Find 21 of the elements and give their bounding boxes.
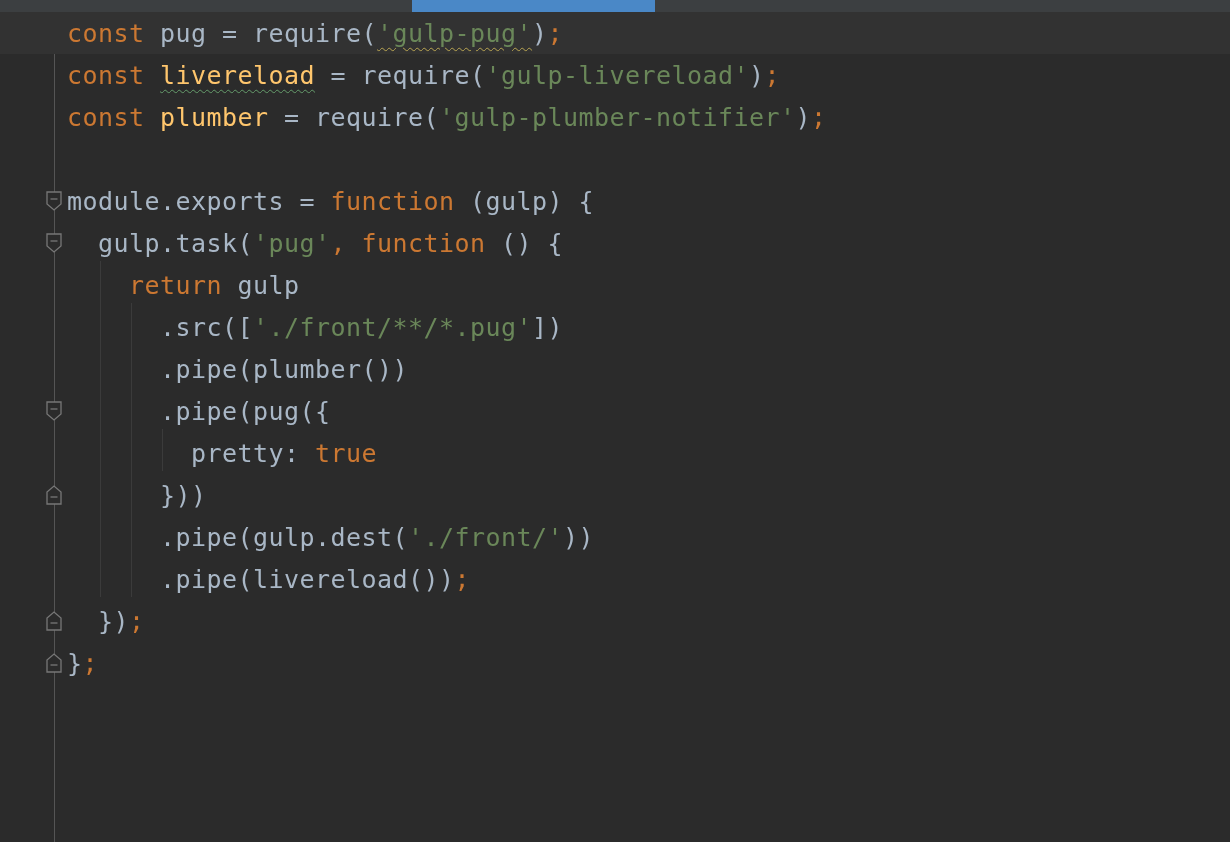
fold-collapse-icon[interactable]	[46, 485, 62, 505]
code-line: .src(['./front/**/*.pug'])	[160, 312, 564, 342]
code-line: .pipe(plumber())	[160, 354, 409, 384]
code-line: gulp.task('pug', function () {	[98, 228, 564, 258]
code-line: .pipe(gulp.dest('./front/'))	[160, 522, 595, 552]
code-line: }))	[160, 480, 207, 510]
code-line: const livereload = require('gulp-livereload');	[67, 60, 781, 90]
fold-collapse-icon[interactable]	[46, 401, 62, 421]
code-line: module.exports = function (gulp) {	[67, 186, 595, 216]
code-line: return gulp	[129, 270, 300, 300]
code-line: .pipe(pug({	[160, 396, 331, 426]
code-line: const plumber = require('gulp-plumber-notifier');	[67, 102, 827, 132]
fold-collapse-icon[interactable]	[46, 653, 62, 673]
code-line: };	[67, 648, 99, 678]
code-line: const pug = require('gulp-pug');	[67, 18, 564, 48]
fold-collapse-icon[interactable]	[46, 611, 62, 631]
code-line: pretty: true	[191, 438, 378, 468]
fold-collapse-icon[interactable]	[46, 191, 62, 211]
code-line: .pipe(livereload());	[160, 564, 471, 594]
fold-collapse-icon[interactable]	[46, 233, 62, 253]
code-line: });	[98, 606, 145, 636]
